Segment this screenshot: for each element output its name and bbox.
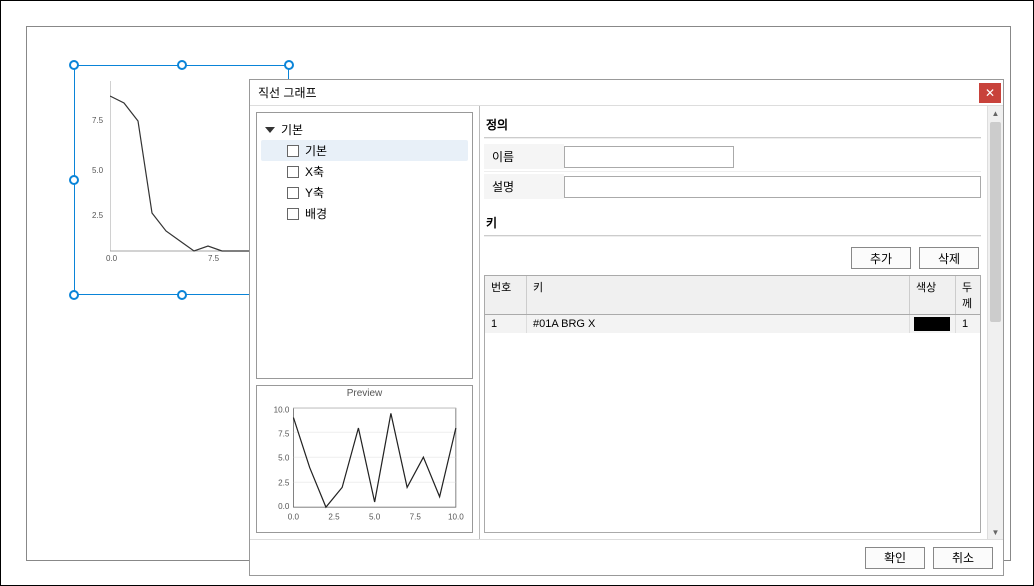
tree-item-label: 기본 (305, 142, 327, 159)
scroll-down-icon[interactable]: ▼ (988, 525, 1003, 539)
svg-text:10.0: 10.0 (274, 405, 290, 414)
resize-handle-bm[interactable] (177, 290, 187, 300)
dialog-title: 직선 그래프 (258, 84, 317, 101)
col-header-thickness[interactable]: 두께 (956, 276, 980, 314)
cell-color[interactable] (910, 315, 956, 333)
tree-item-label: X축 (305, 163, 324, 180)
tree-item-yaxis[interactable]: Y축 (261, 182, 468, 203)
bg-ytick: 2.5 (92, 211, 103, 220)
bg-xtick: 7.5 (208, 254, 219, 263)
preview-title: Preview (257, 386, 472, 401)
checkbox-icon[interactable] (287, 208, 299, 220)
checkbox-icon[interactable] (287, 187, 299, 199)
line-graph-dialog: 직선 그래프 ✕ 기본 기본 (249, 79, 1004, 576)
right-content: 정의 이름 설명 키 추가 삭제 (484, 112, 981, 533)
right-panel: 정의 이름 설명 키 추가 삭제 (480, 106, 1003, 539)
preview-box: Preview 10.0 7.5 5.0 2.5 (256, 385, 473, 533)
resize-handle-ml[interactable] (69, 175, 79, 185)
key-table: 번호 키 색상 두께 1 #01A BRG X 1 (484, 275, 981, 533)
bg-ytick: 5.0 (92, 166, 103, 175)
cell-key: #01A BRG X (527, 315, 910, 333)
canvas-area: 7.5 5.0 2.5 0.0 7.5 직선 그래프 ✕ 기본 (26, 26, 1011, 561)
key-table-header: 번호 키 색상 두께 (485, 276, 980, 315)
cell-thickness: 1 (956, 315, 980, 333)
ok-button[interactable]: 확인 (865, 547, 925, 569)
dialog-footer: 확인 취소 (250, 539, 1003, 575)
col-header-color[interactable]: 색상 (910, 276, 956, 314)
table-row[interactable]: 1 #01A BRG X 1 (485, 315, 980, 333)
tree-root-label: 기본 (281, 121, 303, 138)
close-button[interactable]: ✕ (979, 83, 1001, 103)
resize-handle-tm[interactable] (177, 60, 187, 70)
section-keys-header: 키 (484, 210, 981, 235)
svg-text:2.5: 2.5 (278, 478, 290, 487)
divider (484, 137, 981, 139)
preview-chart: 10.0 7.5 5.0 2.5 0.0 0.0 2.5 5.0 7.5 10.… (263, 403, 466, 528)
desc-row: 설명 (484, 174, 981, 199)
dialog-titlebar[interactable]: 직선 그래프 ✕ (250, 80, 1003, 106)
resize-handle-tr[interactable] (284, 60, 294, 70)
checkbox-icon[interactable] (287, 145, 299, 157)
desc-label: 설명 (484, 174, 564, 199)
tree-item-xaxis[interactable]: X축 (261, 161, 468, 182)
tree-item-background[interactable]: 배경 (261, 203, 468, 224)
tree-item-label: 배경 (305, 205, 327, 222)
color-swatch (914, 317, 950, 331)
svg-text:0.0: 0.0 (278, 502, 290, 511)
tree-root[interactable]: 기본 (261, 119, 468, 140)
caret-down-icon (265, 127, 275, 133)
name-input[interactable] (564, 146, 734, 168)
svg-text:0.0: 0.0 (288, 513, 300, 522)
section-definition-header: 정의 (484, 112, 981, 137)
resize-handle-tl[interactable] (69, 60, 79, 70)
key-actions: 추가 삭제 (484, 241, 981, 275)
svg-text:7.5: 7.5 (410, 513, 422, 522)
svg-text:10.0: 10.0 (448, 513, 464, 522)
key-table-body (485, 333, 980, 532)
tree-box: 기본 기본 X축 Y축 (256, 112, 473, 379)
cancel-button[interactable]: 취소 (933, 547, 993, 569)
svg-text:5.0: 5.0 (369, 513, 381, 522)
tree-item-label: Y축 (305, 184, 324, 201)
delete-button[interactable]: 삭제 (919, 247, 979, 269)
dialog-body: 기본 기본 X축 Y축 (250, 106, 1003, 539)
name-label: 이름 (484, 144, 564, 169)
close-icon: ✕ (985, 86, 995, 100)
divider (484, 171, 981, 172)
scroll-up-icon[interactable]: ▲ (988, 106, 1003, 120)
bg-ytick: 7.5 (92, 116, 103, 125)
checkbox-icon[interactable] (287, 166, 299, 178)
bg-xtick: 0.0 (106, 254, 117, 263)
name-row: 이름 (484, 144, 981, 169)
bg-chart-plot: 7.5 5.0 2.5 0.0 7.5 (110, 81, 250, 266)
desc-input[interactable] (564, 176, 981, 198)
tree-item-basic[interactable]: 기본 (261, 140, 468, 161)
left-panel: 기본 기본 X축 Y축 (250, 106, 480, 539)
svg-text:5.0: 5.0 (278, 453, 290, 462)
cell-no: 1 (485, 315, 527, 333)
add-button[interactable]: 추가 (851, 247, 911, 269)
resize-handle-bl[interactable] (69, 290, 79, 300)
col-header-key[interactable]: 키 (527, 276, 910, 314)
svg-text:7.5: 7.5 (278, 429, 290, 438)
divider (484, 235, 981, 237)
col-header-no[interactable]: 번호 (485, 276, 527, 314)
scroll-thumb[interactable] (990, 122, 1001, 322)
scrollbar[interactable]: ▲ ▼ (987, 106, 1003, 539)
svg-text:2.5: 2.5 (328, 513, 340, 522)
